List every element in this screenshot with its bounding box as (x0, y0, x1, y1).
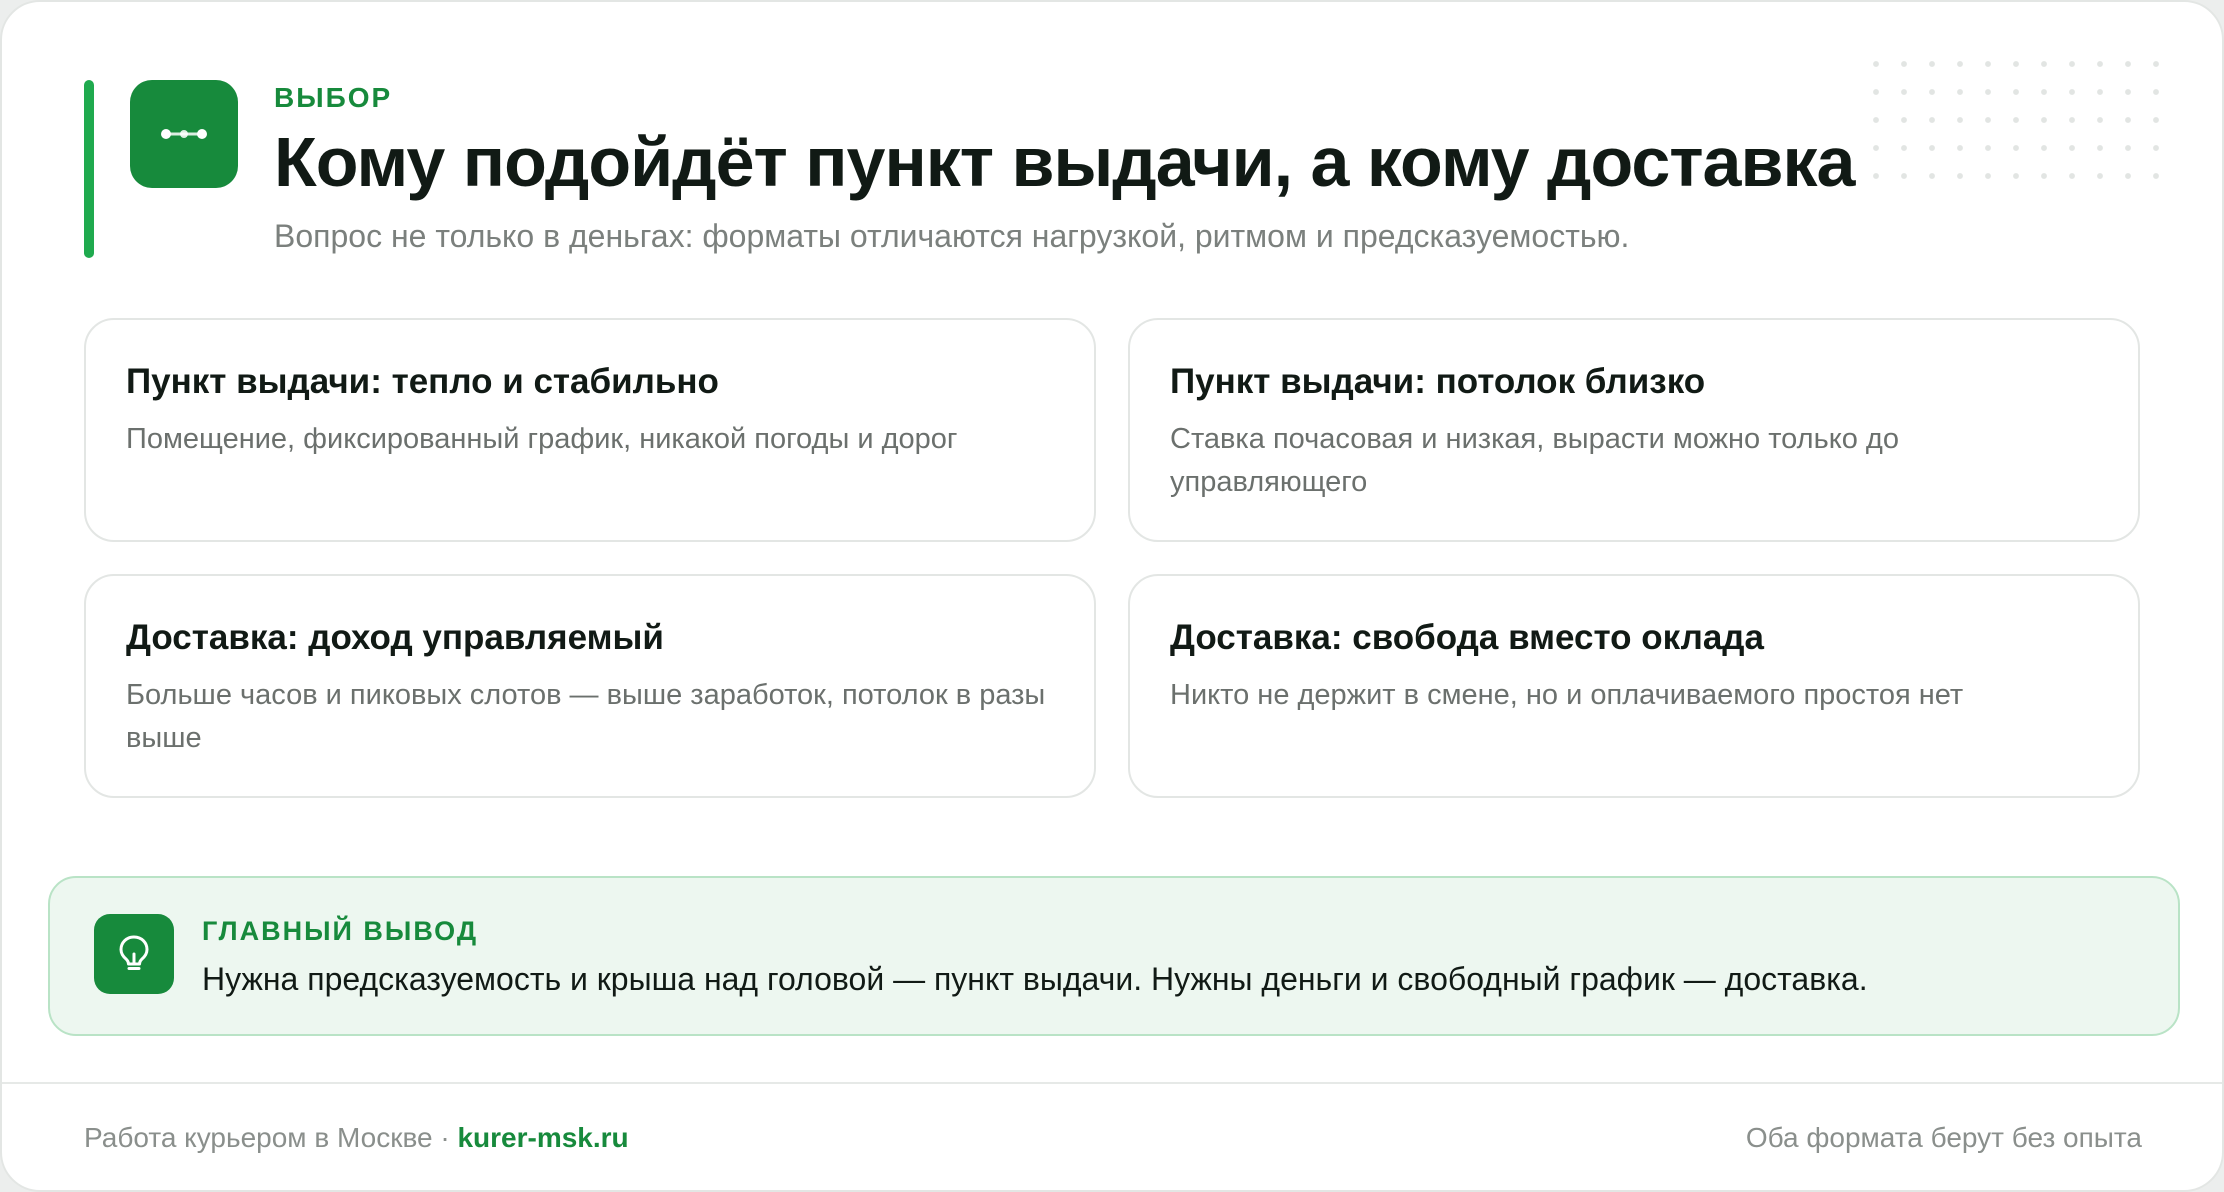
comparison-card-pickup-comfort: Пункт выдачи: тепло и стабильно Помещени… (84, 318, 1096, 542)
footer-source: Работа курьером в Москве · kurer-msk.ru (84, 1120, 629, 1156)
footer-site-link[interactable]: kurer-msk.ru (457, 1122, 628, 1153)
card-title: Доставка: доход управляемый (126, 618, 664, 657)
card-text: Ставка почасовая и низкая, вырасти можно… (1170, 423, 1899, 498)
footer-divider (2, 1082, 2222, 1084)
card-title: Пункт выдачи: тепло и стабильно (126, 362, 719, 401)
route-dots-icon (130, 80, 238, 188)
comparison-card-delivery-freedom: Доставка: свобода вместо оклада Никто не… (1128, 574, 2140, 798)
comparison-card-delivery-income: Доставка: доход управляемый Больше часов… (84, 574, 1096, 798)
comparison-card-pickup-ceiling: Пункт выдачи: потолок близко Ставка поча… (1128, 318, 2140, 542)
card-text: Больше часов и пиковых слотов — выше зар… (126, 679, 1046, 754)
card-title: Доставка: свобода вместо оклада (1170, 618, 1764, 657)
card-text: Никто не держит в смене, но и оплачиваем… (1170, 679, 1964, 711)
section-eyebrow: ВЫБОР (274, 82, 393, 113)
page-title: Кому подойдёт пункт выдачи, а кому доста… (274, 123, 1855, 201)
lightbulb-icon (94, 914, 174, 994)
footer-source-text: Работа курьером в Москве · (84, 1122, 458, 1153)
conclusion-eyebrow: ГЛАВНЫЙ ВЫВОД (202, 916, 479, 946)
card-text: Помещение, фиксированный график, никакой… (126, 423, 958, 455)
footer-note: Оба формата берут без опыта (1745, 1122, 2142, 1153)
conclusion-box: ГЛАВНЫЙ ВЫВОД Нужна предсказуемость и кр… (48, 876, 2180, 1036)
card-title: Пункт выдачи: потолок близко (1170, 362, 1706, 401)
header-accent-bar (84, 80, 94, 258)
decorative-dot-grid (1862, 50, 2172, 190)
conclusion-text: Нужна предсказуемость и крыша над голово… (202, 961, 1868, 997)
page-subtitle: Вопрос не только в деньгах: форматы отли… (274, 218, 1630, 254)
slide-card: ВЫБОР Кому подойдёт пункт выдачи, а кому… (0, 0, 2224, 1192)
